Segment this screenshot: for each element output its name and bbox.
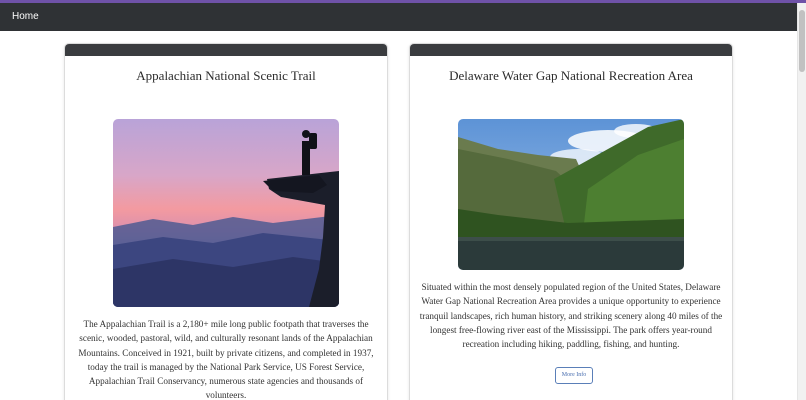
navbar: Home (0, 3, 797, 31)
card-title: Delaware Water Gap National Recreation A… (449, 68, 693, 83)
card-image-appalachian (113, 119, 339, 307)
card-title: Appalachian National Scenic Trail (136, 68, 316, 83)
card-description: The Appalachian Trail is a 2,180+ mile l… (78, 319, 374, 400)
more-info-button[interactable]: More Info (555, 367, 593, 384)
scrollbar-thumb[interactable] (799, 10, 805, 72)
card-description: Situated within the most densely populat… (419, 282, 723, 350)
card-image-delaware (458, 119, 684, 270)
card-header-bar (65, 44, 387, 56)
park-card-appalachian: Appalachian National Scenic Trail The Ap… (64, 43, 388, 400)
card-header-bar (410, 44, 732, 56)
park-card-delaware: Delaware Water Gap National Recreation A… (409, 43, 733, 400)
nav-home-link[interactable]: Home (12, 11, 39, 23)
